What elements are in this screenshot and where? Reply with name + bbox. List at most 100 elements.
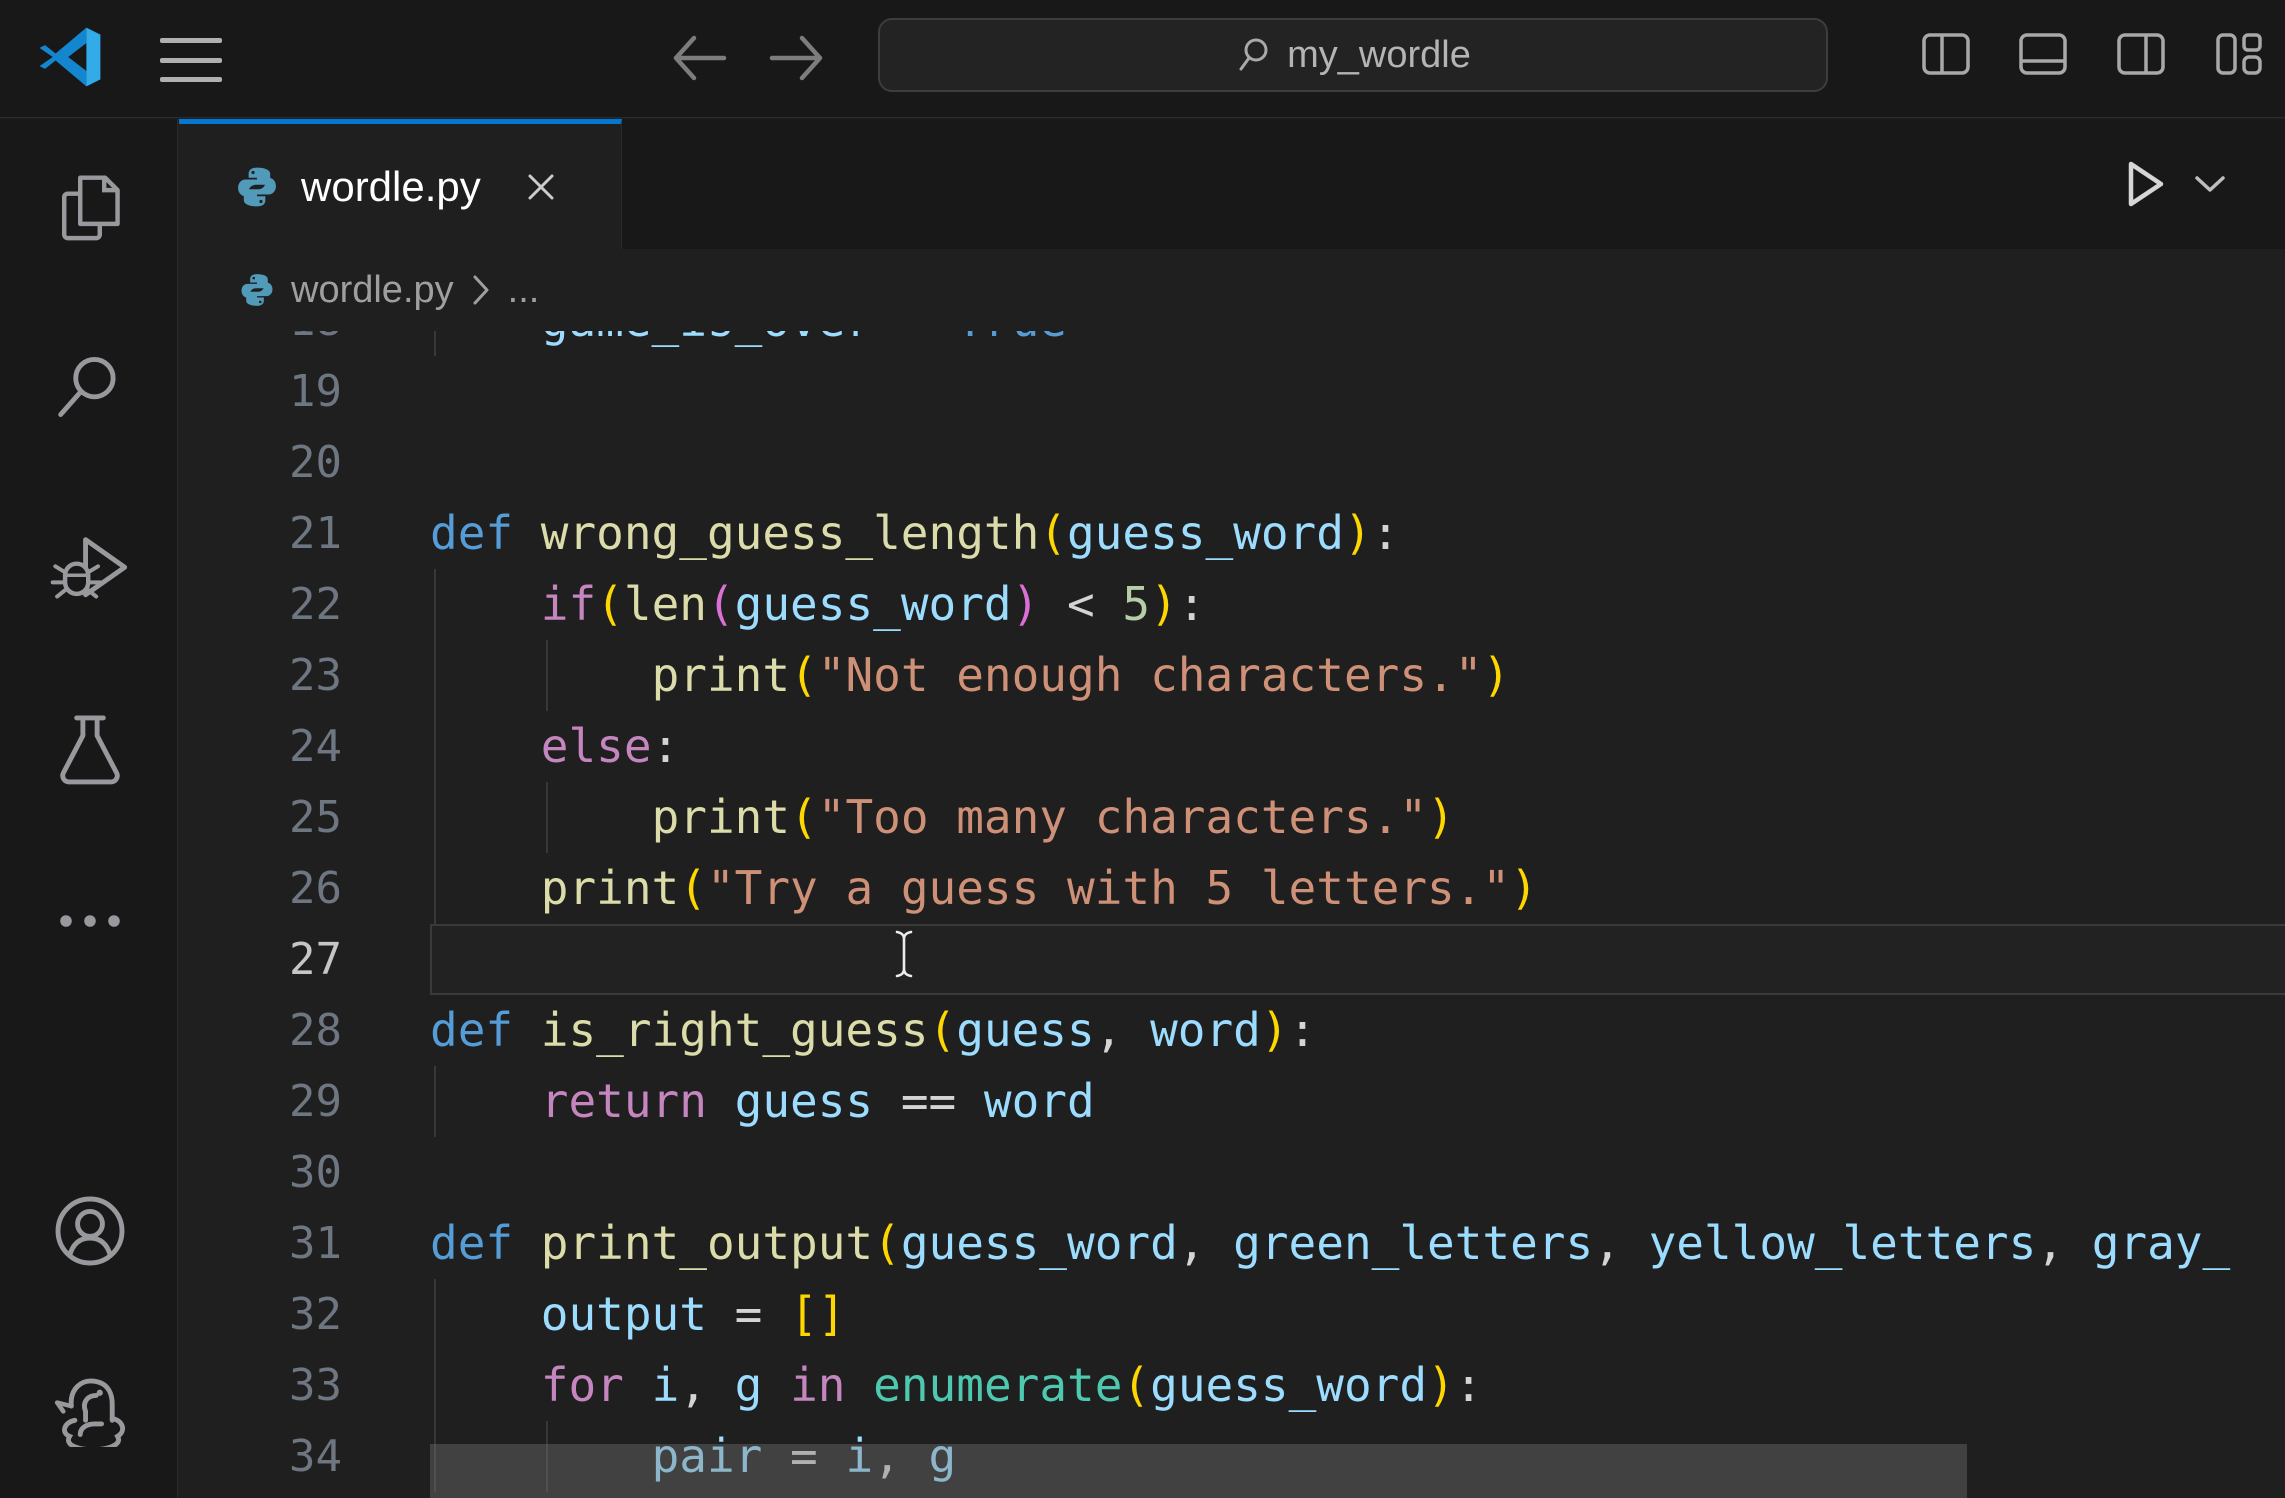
arrow-right-icon[interactable] — [764, 28, 828, 88]
code-token: ( — [707, 577, 735, 631]
run-dropdown-chevron-down-icon[interactable] — [2193, 173, 2227, 195]
code-line[interactable]: 27 — [179, 924, 2285, 995]
breadcrumb-file[interactable]: wordle.py — [291, 269, 454, 312]
indent-guide — [434, 569, 436, 640]
customize-layout-icon[interactable] — [2213, 26, 2265, 80]
line-number[interactable]: 21 — [179, 498, 342, 569]
line-number[interactable]: 32 — [179, 1279, 342, 1350]
testing-flask-icon[interactable] — [50, 709, 130, 789]
line-number[interactable]: 25 — [179, 782, 342, 853]
line-number[interactable]: 33 — [179, 1350, 342, 1421]
more-ellipsis-icon[interactable] — [50, 909, 130, 933]
hamburger-menu-icon[interactable] — [160, 38, 222, 82]
code-token: = — [873, 331, 956, 347]
code-token — [707, 1074, 735, 1128]
code-token — [430, 1074, 541, 1128]
toggle-secondary-sidebar-icon[interactable] — [2115, 26, 2167, 80]
code-token: ) — [1510, 861, 1538, 915]
tab-wordle-py[interactable]: wordle.py — [179, 119, 622, 249]
code-token: ( — [596, 577, 624, 631]
code-token: enumerate — [873, 1358, 1122, 1412]
line-number[interactable]: 23 — [179, 640, 342, 711]
code-token: ( — [873, 1216, 901, 1270]
code-token: guess_word — [735, 577, 1012, 631]
toggle-sidebar-icon[interactable] — [1920, 26, 1972, 80]
explorer-copy-pages-icon[interactable] — [50, 167, 130, 247]
line-number[interactable]: 18 — [179, 331, 342, 356]
tab-bar: wordle.py — [179, 119, 2285, 249]
run-file-play-icon[interactable] — [2123, 156, 2167, 212]
close-icon[interactable] — [519, 165, 563, 209]
code-token: ) — [1150, 577, 1178, 631]
code-line[interactable]: 21def wrong_guess_length(guess_word): — [179, 498, 2285, 569]
search-magnifier-icon[interactable] — [50, 347, 130, 427]
code-line[interactable]: 32 output = [] — [179, 1279, 2285, 1350]
indent-guide — [434, 640, 436, 711]
code-token: output — [541, 1287, 707, 1341]
code-token: : — [1178, 577, 1206, 631]
code-token: if — [541, 577, 596, 631]
line-number[interactable]: 27 — [179, 924, 342, 995]
code-line[interactable]: 28 def is_right_guess(guess, word): — [179, 995, 2285, 1066]
code-text: return guess == word — [430, 1066, 2285, 1137]
editor-actions — [2123, 119, 2227, 249]
code-token: ) — [1344, 506, 1372, 560]
code-line[interactable]: 33 for i, g in enumerate(guess_word): — [179, 1350, 2285, 1421]
code-token — [430, 861, 541, 915]
code-token — [430, 719, 541, 773]
line-number[interactable]: 19 — [179, 356, 342, 427]
code-line[interactable]: 30 — [179, 1137, 2285, 1208]
python-env-snake-icon[interactable] — [50, 1367, 130, 1447]
arrow-left-icon[interactable] — [668, 28, 732, 88]
code-token: is_right_guess — [541, 1003, 929, 1057]
code-line[interactable]: 23 print("Not enough characters.") — [179, 640, 2285, 711]
indent-guide — [546, 782, 548, 853]
code-text: def print_output(guess_word, green_lette… — [430, 1208, 2285, 1279]
search-value: my_wordle — [1287, 34, 1471, 77]
line-number[interactable]: 30 — [179, 1137, 342, 1208]
code-text — [430, 427, 2285, 498]
python-file-icon — [239, 272, 275, 308]
code-line[interactable]: 25 print("Too many characters.") — [179, 782, 2285, 853]
code-token: ) — [1012, 577, 1040, 631]
line-number[interactable]: 29 — [179, 1066, 342, 1137]
code-line[interactable]: 22 if(len(guess_word) < 5): — [179, 569, 2285, 640]
code-text: print("Not enough characters.") — [430, 640, 2285, 711]
command-center-search[interactable]: my_wordle — [878, 18, 1828, 92]
line-number[interactable]: 31 — [179, 1208, 342, 1279]
code-token — [430, 648, 652, 702]
code-line[interactable]: 26 print("Try a guess with 5 letters.") — [179, 853, 2285, 924]
code-line[interactable]: 29 return guess == word — [179, 1066, 2285, 1137]
line-number[interactable]: 24 — [179, 711, 342, 782]
title-bar: my_wordle — [0, 0, 2285, 118]
code-line[interactable]: 18 game_is_over = True — [179, 331, 2285, 356]
code-text — [430, 924, 2285, 995]
horizontal-scrollbar[interactable] — [430, 1444, 1967, 1498]
run-debug-play-bug-icon[interactable] — [50, 529, 130, 609]
line-number[interactable]: 28 — [179, 995, 342, 1066]
code-token: , — [1178, 1216, 1233, 1270]
code-token — [430, 1287, 541, 1341]
breadcrumb-symbol-tail[interactable]: ... — [508, 269, 540, 312]
code-line[interactable]: 19 — [179, 356, 2285, 427]
line-number[interactable]: 22 — [179, 569, 342, 640]
indent-guide — [434, 331, 436, 356]
code-text: def is_right_guess(guess, word): — [430, 995, 2285, 1066]
line-number[interactable]: 34 — [179, 1421, 342, 1492]
code-line[interactable]: 31 def print_output(guess_word, green_let… — [179, 1208, 2285, 1279]
code-token: [] — [790, 1287, 845, 1341]
code-line[interactable]: 24 else: — [179, 711, 2285, 782]
accounts-person-circle-icon[interactable] — [50, 1191, 130, 1271]
code-token: ) — [1261, 1003, 1289, 1057]
code-line[interactable]: 20 — [179, 427, 2285, 498]
code-editor[interactable]: 18 game_is_over = True192021def wrong_gu… — [179, 331, 2285, 1498]
code-token: ) — [1427, 790, 1455, 844]
code-token: for — [541, 1358, 624, 1412]
line-number[interactable]: 26 — [179, 853, 342, 924]
code-token: "Not enough characters." — [818, 648, 1483, 702]
line-number[interactable]: 20 — [179, 427, 342, 498]
code-token: ( — [790, 648, 818, 702]
code-token: def — [430, 506, 541, 560]
toggle-panel-icon[interactable] — [2017, 26, 2069, 80]
code-token: < — [1039, 577, 1122, 631]
